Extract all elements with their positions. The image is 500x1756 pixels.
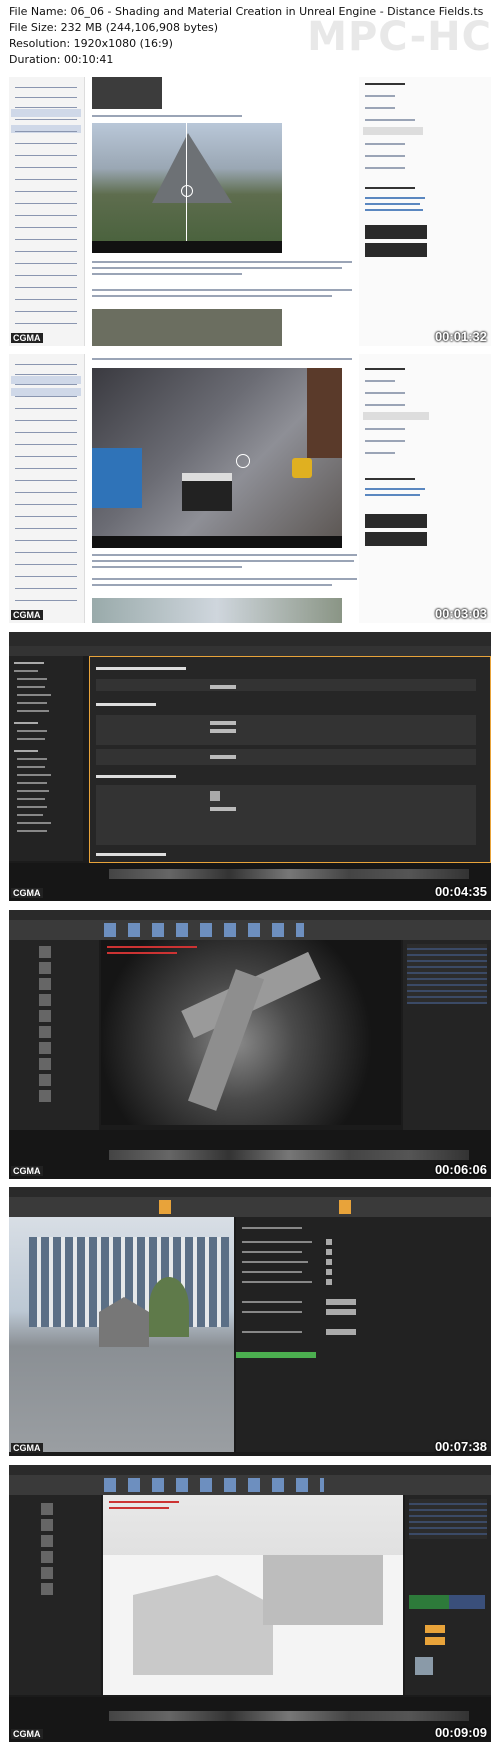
cgma-watermark: CGMA [11, 888, 43, 898]
settings-panel [89, 656, 491, 863]
cgma-watermark: CGMA [11, 610, 43, 620]
details-panel [405, 1495, 491, 1695]
timestamp: 00:07:38 [434, 1439, 487, 1454]
world-outliner [403, 940, 491, 1130]
street-screenshot [92, 368, 342, 548]
cgma-watermark: CGMA [11, 1443, 43, 1453]
content-browser-strip [9, 1130, 491, 1179]
timestamp: 00:09:09 [434, 1725, 487, 1740]
timestamp: 00:03:03 [434, 606, 487, 621]
settings-sidebar [9, 656, 83, 861]
content-browser-strip [9, 1697, 491, 1742]
timestamp: 00:01:32 [434, 329, 487, 344]
viewport-distance-field[interactable] [101, 940, 401, 1125]
cgma-watermark: CGMA [11, 1166, 43, 1176]
viewport-ambient-occlusion[interactable] [103, 1495, 403, 1695]
timestamp: 00:04:35 [434, 884, 487, 899]
docs-toc [359, 354, 491, 623]
modes-panel [9, 940, 99, 1130]
docs-sidebar [9, 77, 85, 346]
video-frame-5[interactable]: CGMA 00:07:38 [9, 1187, 491, 1456]
resolution: Resolution: 1920x1080 (16:9) [9, 37, 173, 50]
timestamp: 00:06:06 [434, 1162, 487, 1177]
content-browser-strip [9, 863, 491, 901]
video-frame-2[interactable]: CGMA 00:03:03 [9, 354, 491, 623]
video-frame-4[interactable]: CGMA 00:06:06 [9, 910, 491, 1179]
details-panel [236, 1217, 491, 1452]
cgma-watermark: CGMA [11, 333, 43, 343]
player-logo: MPC-HC [307, 14, 492, 60]
modes-panel [9, 1495, 101, 1695]
video-frame-6[interactable]: CGMA 00:09:09 [9, 1465, 491, 1742]
landscape-screenshot [92, 123, 282, 253]
cgma-watermark: CGMA [11, 1729, 43, 1739]
file-size: File Size: 232 MB (244,106,908 bytes) [9, 21, 219, 34]
file-info-header: File Name: 06_06 - Shading and Material … [0, 0, 500, 78]
docs-sidebar [9, 354, 85, 623]
viewport-building[interactable] [9, 1217, 234, 1452]
duration: Duration: 00:10:41 [9, 53, 114, 66]
video-frame-1[interactable]: CGMA 00:01:32 [9, 77, 491, 346]
video-frame-3[interactable]: CGMA 00:04:35 [9, 632, 491, 901]
docs-toc [359, 77, 491, 346]
